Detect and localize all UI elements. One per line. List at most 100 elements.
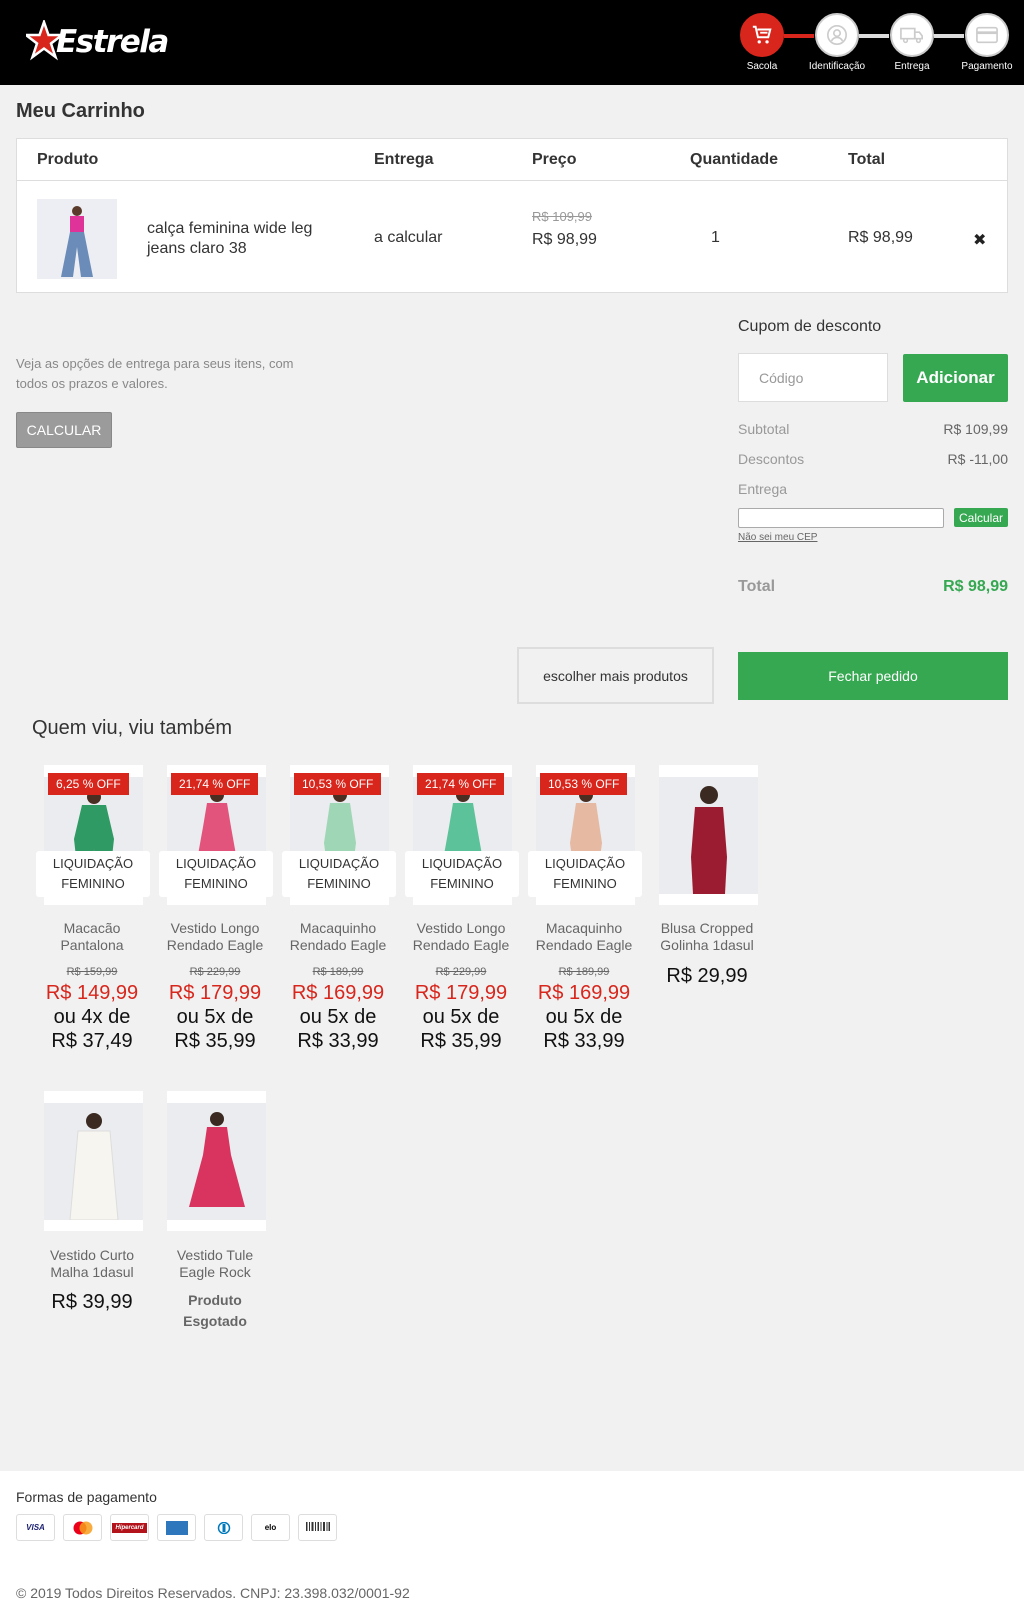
elo-icon: elo [251,1514,290,1541]
cart-icon [740,13,784,57]
product-name[interactable]: Vestido Tule Eagle Rock [159,1247,271,1281]
elo-icon-label: elo [264,1523,277,1532]
category-tag: LIQUIDAÇÃO FEMININO [405,851,519,897]
product-old-price: R$ 189,99 [558,966,610,978]
tag-feminino: FEMININO [553,876,617,891]
sold-out-label: Produto Esgotado [159,1290,271,1332]
amex-icon [157,1514,196,1541]
step-sacola[interactable]: Sacola [727,13,797,72]
installment-value: R$ 37,49 [51,1030,133,1052]
tag-liquidacao: LIQUIDAÇÃO [544,856,626,871]
product-image[interactable] [44,1091,143,1231]
product-image[interactable] [167,1091,266,1231]
column-header-quantidade: Quantidade [690,151,779,168]
cep-input[interactable] [738,508,944,528]
category-tag: LIQUIDAÇÃO FEMININO [159,851,273,897]
cart-item-name[interactable]: calça feminina wide leg jeans claro 38 [147,219,337,259]
product-old-price: R$ 189,99 [312,966,364,978]
remove-item-icon[interactable]: ✖ [973,230,986,250]
installment-count: ou 5x de [422,1006,500,1028]
discount-badge: 21,74 % OFF [171,773,259,795]
product-installment: ou 5x de R$ 33,99 [282,1005,394,1053]
product-old-price: R$ 159,99 [66,966,118,978]
step-pagamento[interactable]: Pagamento [952,13,1022,72]
product-name[interactable]: Vestido Longo Rendado Eagle [405,920,517,954]
total-row: Total R$ 98,99 [738,578,1008,596]
subtotal-value: R$ 109,99 [943,421,1008,437]
checkout-button[interactable]: Fechar pedido [738,652,1008,700]
footer: Formas de pagamento VISA Hipercard elo ©… [0,1471,1024,1611]
product-name[interactable]: Vestido Curto Malha 1dasul [36,1247,148,1281]
total-value: R$ 98,99 [943,578,1008,595]
product-price: R$ 179,99 [168,982,262,1004]
visa-icon: VISA [16,1514,55,1541]
page-title: Meu Carrinho [16,100,145,122]
category-tag: LIQUIDAÇÃO FEMININO [36,851,150,897]
installment-value: R$ 35,99 [174,1030,256,1052]
sold-out-line-1: Produto [188,1292,242,1308]
diners-icon [204,1514,243,1541]
copyright-text: © 2019 Todos Direitos Reservados. CNPJ: … [16,1585,410,1601]
hipercard-icon: Hipercard [110,1514,149,1541]
discount-badge: 21,74 % OFF [417,773,505,795]
step-label: Identificação [808,61,866,72]
cart-item-total: R$ 98,99 [848,229,913,246]
installment-count: ou 4x de [53,1006,131,1028]
tag-feminino: FEMININO [430,876,494,891]
product-price: R$ 169,99 [291,982,385,1004]
step-identificacao[interactable]: Identificação [802,13,872,72]
shipping-info-text: Veja as opções de entrega para seus iten… [16,356,294,391]
recommendations-title: Quem viu, viu também [32,717,233,739]
product-price: R$ 39,99 [51,1291,133,1313]
truck-icon [890,13,934,57]
unknown-cep-link[interactable]: Não sei meu CEP [738,532,817,543]
product-thumbnail[interactable] [37,199,117,279]
product-image[interactable] [659,765,758,905]
estrela-logo[interactable]: Estrela [26,20,169,64]
user-icon [815,13,859,57]
cart-table: Produto Entrega Preço Quantidade Total c… [16,138,1008,293]
sold-out-line-2: Esgotado [183,1313,247,1329]
installment-count: ou 5x de [299,1006,377,1028]
product-name[interactable]: Macaquinho Rendado Eagle [282,920,394,954]
product-name[interactable]: Macacão Pantalona [36,920,148,954]
product-installment: ou 5x de R$ 33,99 [528,1005,640,1053]
product-old-price: R$ 229,99 [435,966,487,978]
add-coupon-button[interactable]: Adicionar [903,354,1008,402]
installment-count: ou 5x de [545,1006,623,1028]
installment-value: R$ 35,99 [420,1030,502,1052]
step-label: Sacola [746,61,778,72]
choose-more-products-button[interactable]: escolher mais produtos [517,647,714,704]
tag-feminino: FEMININO [184,876,248,891]
calculate-cep-button[interactable]: Calcular [954,508,1008,527]
discount-badge: 10,53 % OFF [294,773,382,795]
step-label: Entrega [894,61,930,72]
column-header-preco: Preço [532,151,577,168]
product-installment: ou 5x de R$ 35,99 [405,1005,517,1053]
cart-item-price: R$ 98,99 [532,231,597,248]
discount-value: R$ -11,00 [947,451,1008,467]
tag-liquidacao: LIQUIDAÇÃO [52,856,134,871]
step-entrega[interactable]: Entrega [877,13,947,72]
visa-icon-label: VISA [26,1523,45,1532]
discount-row: Descontos R$ -11,00 [738,451,1008,467]
coupon-code-input[interactable]: Código [738,353,888,402]
tag-liquidacao: LIQUIDAÇÃO [421,856,503,871]
cart-item-row: calça feminina wide leg jeans claro 38 a… [17,181,1007,293]
cart-item-old-price: R$ 109,99 [532,209,592,224]
boleto-icon [298,1514,337,1541]
quantity-value[interactable]: 1 [711,229,720,247]
product-name[interactable]: Vestido Longo Rendado Eagle [159,920,271,954]
column-header-total: Total [848,151,886,168]
coupon-title: Cupom de desconto [738,318,882,335]
header: Estrela Sacola Identificação Entrega Pag… [0,0,1024,85]
calculate-shipping-button[interactable]: CALCULAR [16,412,112,448]
category-tag: LIQUIDAÇÃO FEMININO [528,851,642,897]
installment-value: R$ 33,99 [543,1030,625,1052]
product-installment: ou 5x de R$ 35,99 [159,1005,271,1053]
product-name[interactable]: Macaquinho Rendado Eagle [528,920,640,954]
product-name[interactable]: Blusa Cropped Golinha 1dasul [651,920,763,954]
tag-feminino: FEMININO [307,876,371,891]
cart-table-header: Produto Entrega Preço Quantidade Total [17,139,1007,181]
product-price: R$ 179,99 [414,982,508,1004]
